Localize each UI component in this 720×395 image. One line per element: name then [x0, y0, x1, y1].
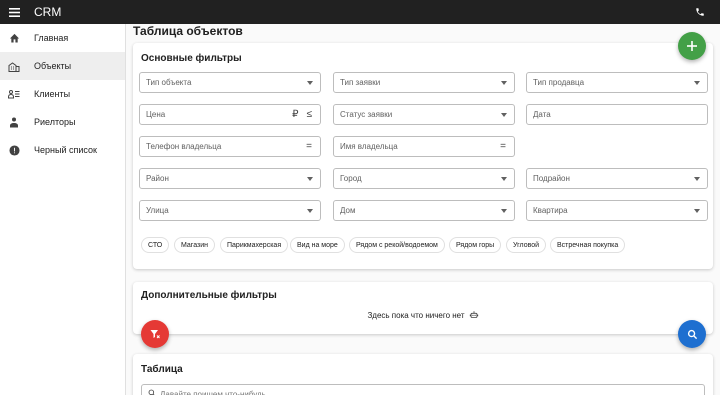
district-select[interactable]: Район — [139, 168, 321, 189]
search-button[interactable] — [678, 320, 706, 348]
page-title: Таблица объектов — [133, 24, 243, 38]
object-type-select[interactable]: Тип объекта — [139, 72, 321, 93]
search-icon — [687, 329, 697, 339]
home-icon — [8, 32, 20, 44]
chevron-down-icon — [694, 208, 700, 213]
equals-icon[interactable]: = — [500, 141, 506, 152]
less-equal-icon[interactable]: ≤ — [307, 109, 313, 120]
sidebar-item-label: Риелторы — [34, 117, 76, 127]
main-content: Таблица объектов Основные фильтры Тип об… — [126, 24, 720, 395]
sidebar-item-label: Клиенты — [34, 89, 71, 99]
app-title: CRM — [34, 5, 62, 19]
chip-corner[interactable]: Угловой — [506, 237, 547, 253]
sidebar-item-label: Объекты — [34, 61, 72, 71]
table-title: Таблица — [141, 364, 183, 375]
sidebar-item-label: Главная — [34, 33, 69, 43]
chevron-down-icon — [694, 176, 700, 181]
chevron-down-icon — [307, 80, 313, 85]
request-status-label: Статус заявки — [340, 110, 393, 119]
table-search-input[interactable] — [160, 389, 460, 395]
extra-filters-card: Дополнительные фильтры Здесь пока что ни… — [133, 282, 713, 334]
chevron-down-icon — [501, 208, 507, 213]
chip-near-mountains[interactable]: Рядом горы — [449, 237, 502, 253]
person-icon — [8, 116, 20, 128]
chip-near-river[interactable]: Рядом с рекой/водоемом — [349, 237, 445, 253]
table-card: Таблица — [133, 354, 713, 395]
street-label: Улица — [146, 206, 169, 215]
robot-icon — [469, 310, 479, 320]
main-filters-card: Основные фильтры Тип объекта Тип заявки … — [133, 43, 713, 269]
filter-off-icon — [150, 330, 160, 339]
top-app-bar: CRM — [0, 0, 720, 24]
price-field[interactable]: Цена ₽ ≤ — [139, 104, 321, 125]
seller-type-select[interactable]: Тип продавца — [526, 72, 708, 93]
chip-sea-view[interactable]: Вид на море — [290, 237, 345, 253]
sidebar-item-realtors[interactable]: Риелторы — [0, 108, 125, 136]
chevron-down-icon — [307, 176, 313, 181]
chip-shop[interactable]: Магазин — [174, 237, 216, 253]
object-type-label: Тип объекта — [146, 78, 192, 87]
clear-filters-button[interactable] — [141, 320, 169, 348]
subdistrict-label: Подрайон — [533, 174, 570, 183]
owner-phone-label: Телефон владельца — [146, 142, 222, 151]
ruble-icon: ₽ — [292, 109, 299, 120]
apartment-label: Квартира — [533, 206, 568, 215]
contacts-icon — [8, 88, 20, 100]
apartment-select[interactable]: Квартира — [526, 200, 708, 221]
menu-icon[interactable] — [0, 0, 28, 24]
chip-barbershop[interactable]: Парикмахерская — [220, 237, 289, 253]
street-select[interactable]: Улица — [139, 200, 321, 221]
request-type-select[interactable]: Тип заявки — [333, 72, 515, 93]
chip-counter-purchase[interactable]: Встречная покупка — [550, 237, 626, 253]
equals-icon[interactable]: = — [306, 141, 312, 152]
empty-state: Здесь пока что ничего нет — [133, 310, 713, 320]
chevron-down-icon — [501, 112, 507, 117]
request-type-label: Тип заявки — [340, 78, 381, 87]
owner-name-field[interactable]: Имя владельца = — [333, 136, 515, 157]
table-search-field[interactable] — [141, 384, 705, 395]
sidebar: Главная Объекты Клиенты Риелторы Черный … — [0, 24, 126, 395]
phone-icon[interactable] — [692, 4, 708, 20]
sidebar-item-blacklist[interactable]: Черный список — [0, 136, 125, 164]
chevron-down-icon — [501, 176, 507, 181]
house-label: Дом — [340, 206, 356, 215]
chevron-down-icon — [307, 208, 313, 213]
search-icon — [148, 389, 156, 395]
house-select[interactable]: Дом — [333, 200, 515, 221]
owner-phone-field[interactable]: Телефон владельца = — [139, 136, 321, 157]
sidebar-item-home[interactable]: Главная — [0, 24, 125, 52]
owner-name-label: Имя владельца — [340, 142, 398, 151]
chevron-down-icon — [501, 80, 507, 85]
chevron-down-icon — [694, 80, 700, 85]
price-label: Цена — [146, 110, 166, 119]
sidebar-item-clients[interactable]: Клиенты — [0, 80, 125, 108]
request-status-select[interactable]: Статус заявки — [333, 104, 515, 125]
sidebar-item-label: Черный список — [34, 145, 97, 155]
date-label: Дата — [533, 110, 551, 119]
district-label: Район — [146, 174, 169, 183]
alert-icon — [8, 144, 20, 156]
chip-sto[interactable]: СТО — [141, 237, 170, 253]
city-select[interactable]: Город — [333, 168, 515, 189]
empty-state-text: Здесь пока что ничего нет — [367, 310, 465, 320]
add-object-button[interactable] — [678, 32, 706, 60]
city-label: Город — [340, 174, 362, 183]
building-icon — [8, 60, 20, 72]
subdistrict-select[interactable]: Подрайон — [526, 168, 708, 189]
date-field[interactable]: Дата — [526, 104, 708, 125]
sidebar-item-objects[interactable]: Объекты — [0, 52, 125, 80]
seller-type-label: Тип продавца — [533, 78, 585, 87]
main-filters-title: Основные фильтры — [141, 53, 242, 64]
extra-filters-title: Дополнительные фильтры — [141, 290, 277, 301]
plus-icon — [687, 41, 697, 51]
